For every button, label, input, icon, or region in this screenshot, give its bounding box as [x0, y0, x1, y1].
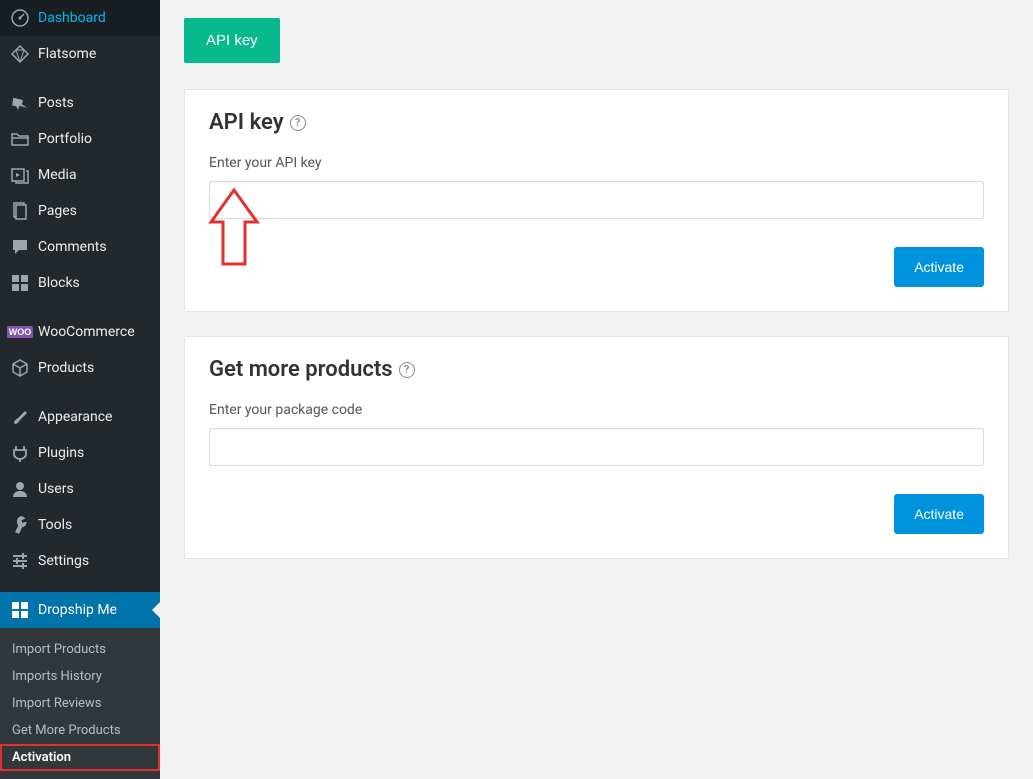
- comment-icon: [10, 237, 30, 257]
- sidebar-item-label: Blocks: [38, 275, 80, 291]
- sidebar-item-label: Portfolio: [38, 131, 92, 147]
- sidebar-item-flatsome[interactable]: Flatsome: [0, 36, 160, 72]
- pages-icon: [10, 201, 30, 221]
- sidebar-item-label: Appearance: [38, 409, 112, 425]
- sidebar-item-label: Settings: [38, 553, 89, 569]
- main-content: API key API key ? Enter your API key Act…: [160, 0, 1033, 738]
- settings-icon: [10, 551, 30, 571]
- users-icon: [10, 479, 30, 499]
- sidebar-item-dropship-me[interactable]: Dropship Me: [0, 592, 160, 628]
- sidebar-item-comments[interactable]: Comments: [0, 229, 160, 265]
- sidebar-item-products[interactable]: Products: [0, 350, 160, 386]
- help-icon[interactable]: ?: [399, 362, 415, 378]
- help-icon[interactable]: ?: [290, 115, 306, 131]
- submenu-item-import-reviews[interactable]: Import Reviews: [0, 690, 160, 717]
- sidebar-item-blocks[interactable]: Blocks: [0, 265, 160, 301]
- panel-heading-text: Get more products: [209, 357, 393, 382]
- api-key-label: Enter your API key: [209, 155, 984, 171]
- panel-heading: API key ?: [209, 110, 984, 135]
- sidebar-item-label: Users: [38, 481, 74, 497]
- panel-api-key: API key ? Enter your API key Activate: [184, 89, 1009, 312]
- blocks-icon: [10, 273, 30, 293]
- sidebar-submenu: Import ProductsImports HistoryImport Rev…: [0, 628, 160, 779]
- sidebar-item-label: Comments: [38, 239, 107, 255]
- sidebar-item-label: Tools: [38, 517, 72, 533]
- sidebar-item-label: Dropship Me: [38, 602, 117, 618]
- admin-sidebar: Dashboard Flatsome Posts Portfolio Media Page…: [0, 0, 160, 738]
- sidebar-item-settings[interactable]: Settings: [0, 543, 160, 579]
- folder-icon: [10, 129, 30, 149]
- panel-get-more-products: Get more products ? Enter your package c…: [184, 336, 1009, 559]
- sidebar-item-posts[interactable]: Posts: [0, 85, 160, 121]
- brush-icon: [10, 407, 30, 427]
- sidebar-item-label: Products: [38, 360, 94, 376]
- products-icon: [10, 358, 30, 378]
- sidebar-item-label: Plugins: [38, 445, 84, 461]
- sidebar-item-label: Dashboard: [38, 10, 106, 26]
- package-code-label: Enter your package code: [209, 402, 984, 418]
- sidebar-item-tools[interactable]: Tools: [0, 507, 160, 543]
- activate-package-button[interactable]: Activate: [894, 494, 984, 534]
- activate-api-key-button[interactable]: Activate: [894, 247, 984, 287]
- sidebar-item-label: Flatsome: [38, 46, 96, 62]
- diamond-icon: [10, 44, 30, 64]
- woo-icon: WOO: [10, 322, 30, 342]
- panel-heading-text: API key: [209, 110, 284, 135]
- panel-heading: Get more products ?: [209, 357, 984, 382]
- pin-icon: [10, 93, 30, 113]
- submenu-item-imports-history[interactable]: Imports History: [0, 663, 160, 690]
- sidebar-item-plugins[interactable]: Plugins: [0, 435, 160, 471]
- tab-api-key[interactable]: API key: [184, 18, 280, 63]
- submenu-item-import-products[interactable]: Import Products: [0, 636, 160, 663]
- api-key-input[interactable]: [209, 181, 984, 219]
- dashboard-icon: [10, 8, 30, 28]
- media-icon: [10, 165, 30, 185]
- sidebar-item-label: Media: [38, 167, 77, 183]
- sidebar-item-label: Pages: [38, 203, 77, 219]
- tools-icon: [10, 515, 30, 535]
- sidebar-item-dashboard[interactable]: Dashboard: [0, 0, 160, 36]
- submenu-item-get-more-products[interactable]: Get More Products: [0, 717, 160, 744]
- sidebar-item-label: WooCommerce: [38, 324, 135, 340]
- sidebar-item-label: Posts: [38, 95, 74, 111]
- package-code-input[interactable]: [209, 428, 984, 466]
- sidebar-item-pages[interactable]: Pages: [0, 193, 160, 229]
- sidebar-item-portfolio[interactable]: Portfolio: [0, 121, 160, 157]
- sidebar-item-users[interactable]: Users: [0, 471, 160, 507]
- plugins-icon: [10, 443, 30, 463]
- sidebar-item-appearance[interactable]: Appearance: [0, 399, 160, 435]
- sidebar-item-media[interactable]: Media: [0, 157, 160, 193]
- grid-icon: [10, 600, 30, 620]
- sidebar-item-woocommerce[interactable]: WOO WooCommerce: [0, 314, 160, 350]
- submenu-item-activation[interactable]: Activation: [0, 744, 160, 771]
